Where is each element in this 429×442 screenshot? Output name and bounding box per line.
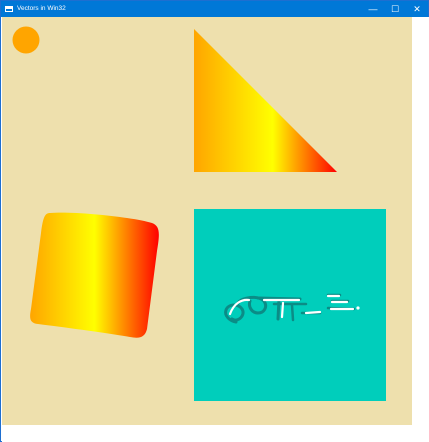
- minimize-icon: —: [368, 4, 378, 14]
- client-area: [2, 17, 429, 442]
- window-controls: — ☐ ✕: [362, 1, 428, 17]
- app-window: Vectors in Win32 — ☐ ✕: [0, 0, 429, 442]
- maximize-button[interactable]: ☐: [384, 1, 406, 17]
- close-icon: ✕: [413, 3, 421, 14]
- window-title: Vectors in Win32: [17, 5, 66, 12]
- vector-canvas: [2, 17, 412, 425]
- maximize-icon: ☐: [390, 3, 400, 14]
- orange-circle: [12, 26, 40, 54]
- app-window-icon: [5, 6, 13, 12]
- minimize-button[interactable]: —: [362, 1, 384, 17]
- lottie-logo-dot: [356, 306, 360, 310]
- close-button[interactable]: ✕: [406, 1, 428, 17]
- gradient-rounded-square: [30, 212, 159, 338]
- title-bar[interactable]: Vectors in Win32 — ☐ ✕: [1, 1, 428, 17]
